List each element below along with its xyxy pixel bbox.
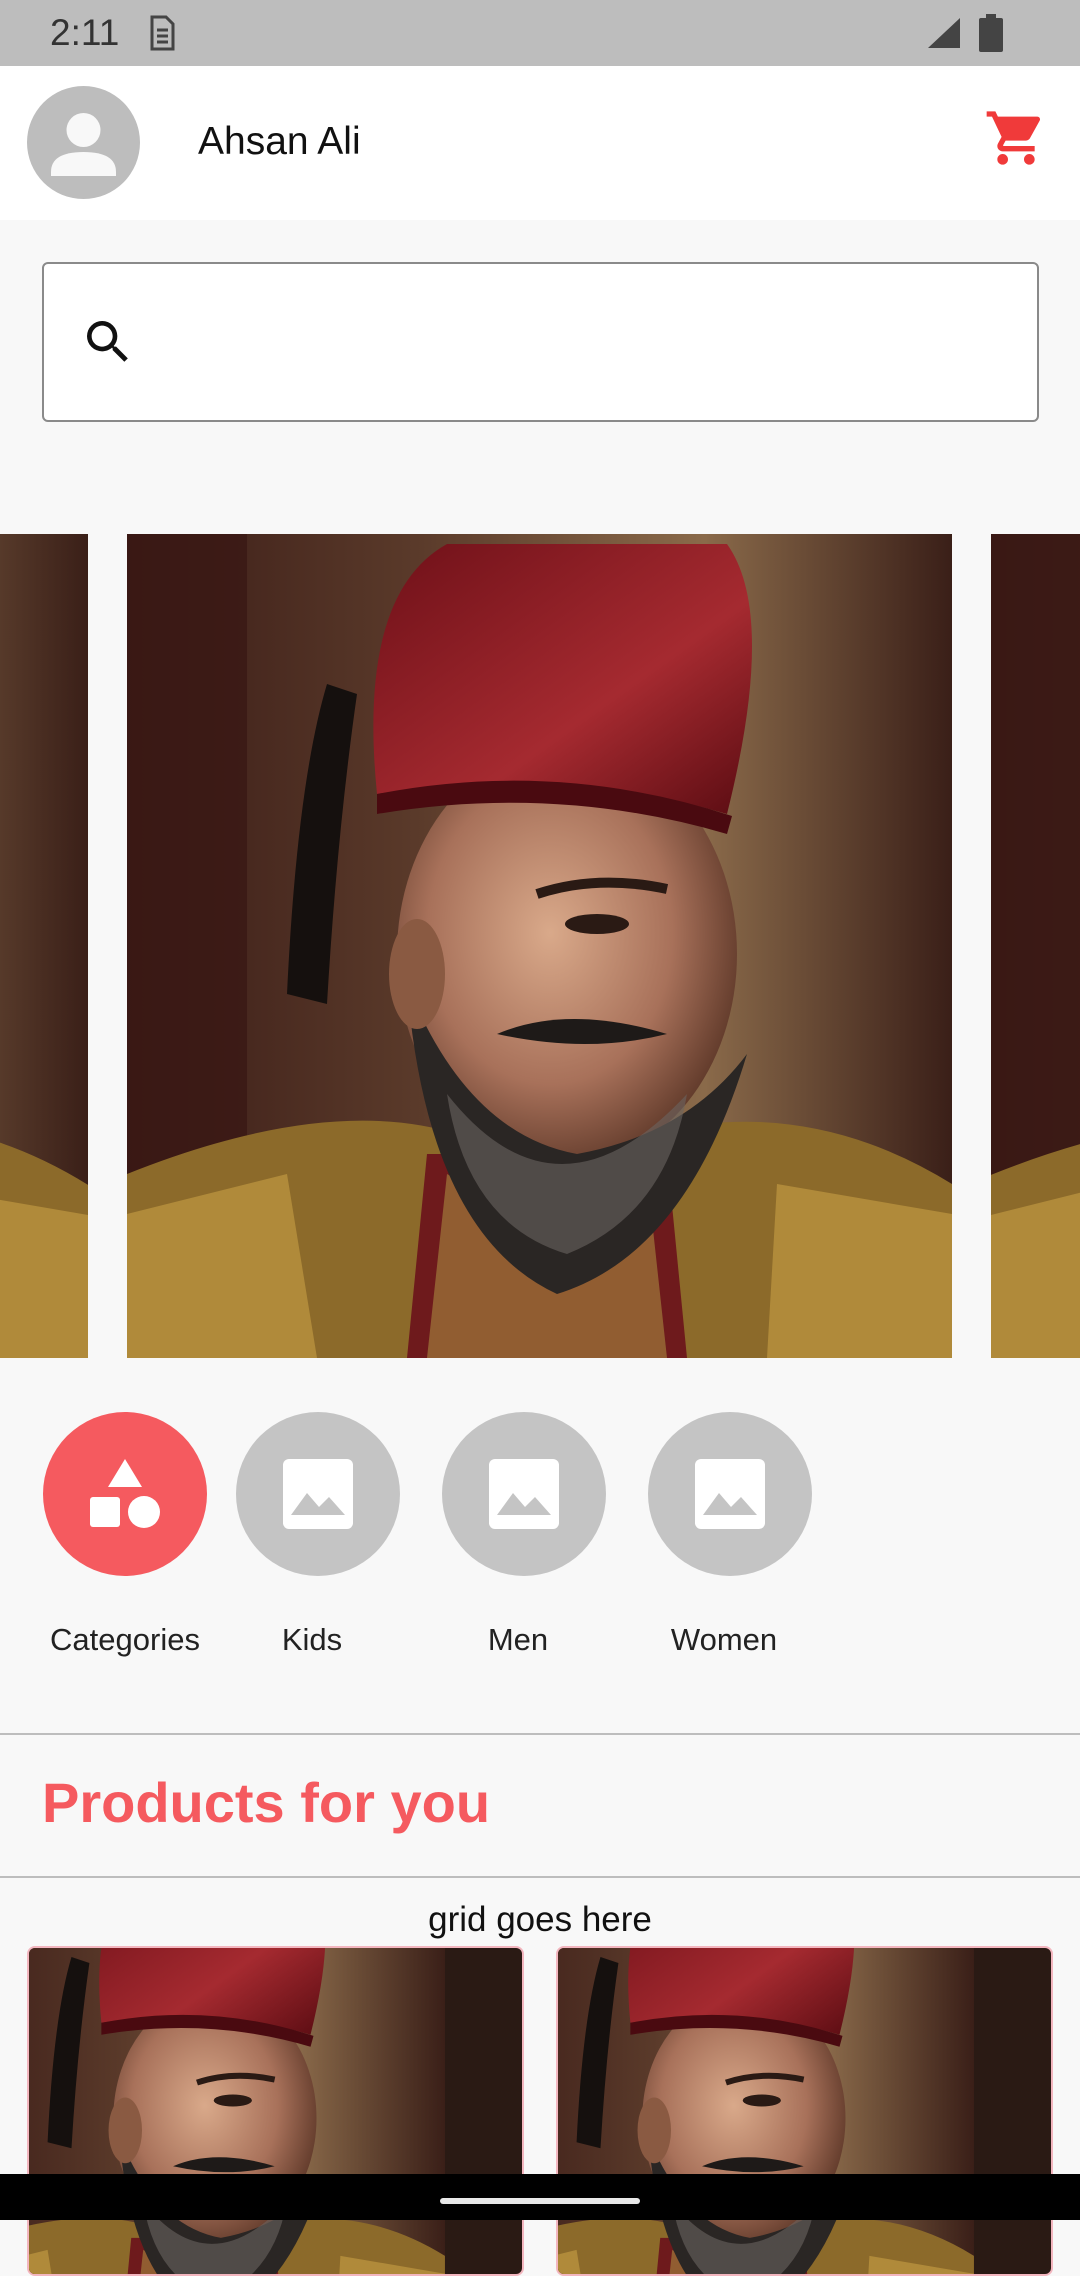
status-bar: 2:11 — [0, 0, 1080, 66]
category-circle[interactable] — [236, 1412, 400, 1576]
system-navigation-bar — [0, 2174, 1080, 2220]
search-box[interactable] — [42, 262, 1039, 422]
products-section-title: Products for you — [42, 1771, 491, 1834]
product-image — [29, 1948, 522, 2274]
image-placeholder-icon — [695, 1459, 765, 1529]
cell-signal-icon — [928, 18, 960, 48]
person-icon — [51, 113, 116, 176]
status-time: 2:11 — [50, 12, 120, 53]
home-gesture-handle[interactable] — [440, 2198, 640, 2204]
category-item-men[interactable]: Men — [439, 1412, 609, 1658]
banner-image — [0, 534, 88, 1358]
section-divider — [0, 1733, 1080, 1735]
banner-carousel[interactable] — [0, 534, 1080, 1358]
sim-card-icon — [150, 15, 175, 51]
carousel-slide-next[interactable] — [991, 534, 1080, 1358]
shopping-cart-icon[interactable] — [984, 106, 1048, 170]
category-item-kids[interactable]: Kids — [233, 1412, 403, 1658]
product-card[interactable] — [556, 1946, 1053, 2276]
category-label: Categories — [50, 1622, 200, 1657]
user-name: Ahsan Ali — [198, 120, 361, 163]
grid-placeholder-text: grid goes here — [428, 1900, 652, 1939]
category-item-women[interactable]: Women — [645, 1412, 815, 1658]
banner-image — [991, 534, 1080, 1358]
shapes-icon — [90, 1459, 160, 1528]
section-divider — [0, 1876, 1080, 1878]
category-circle[interactable] — [442, 1412, 606, 1576]
avatar[interactable] — [27, 86, 140, 199]
category-circle[interactable] — [648, 1412, 812, 1576]
category-label: Kids — [281, 1622, 343, 1657]
search-icon — [87, 321, 128, 362]
product-image — [558, 1948, 1051, 2274]
search-input[interactable] — [164, 294, 1004, 390]
carousel-slide-previous[interactable] — [0, 534, 88, 1358]
category-circle[interactable] — [43, 1412, 207, 1576]
category-item-categories[interactable]: Categories — [40, 1412, 210, 1658]
image-placeholder-icon — [283, 1459, 353, 1529]
category-row: Categories Kids Men Women — [0, 1412, 1080, 1692]
battery-icon — [979, 14, 1003, 52]
app-bar: Ahsan Ali — [0, 66, 1080, 220]
product-card[interactable] — [27, 1946, 524, 2276]
image-placeholder-icon — [489, 1459, 559, 1529]
category-label: Women — [670, 1622, 778, 1657]
category-label: Men — [487, 1622, 549, 1657]
banner-image — [127, 534, 952, 1358]
carousel-slide-current[interactable] — [127, 534, 952, 1358]
